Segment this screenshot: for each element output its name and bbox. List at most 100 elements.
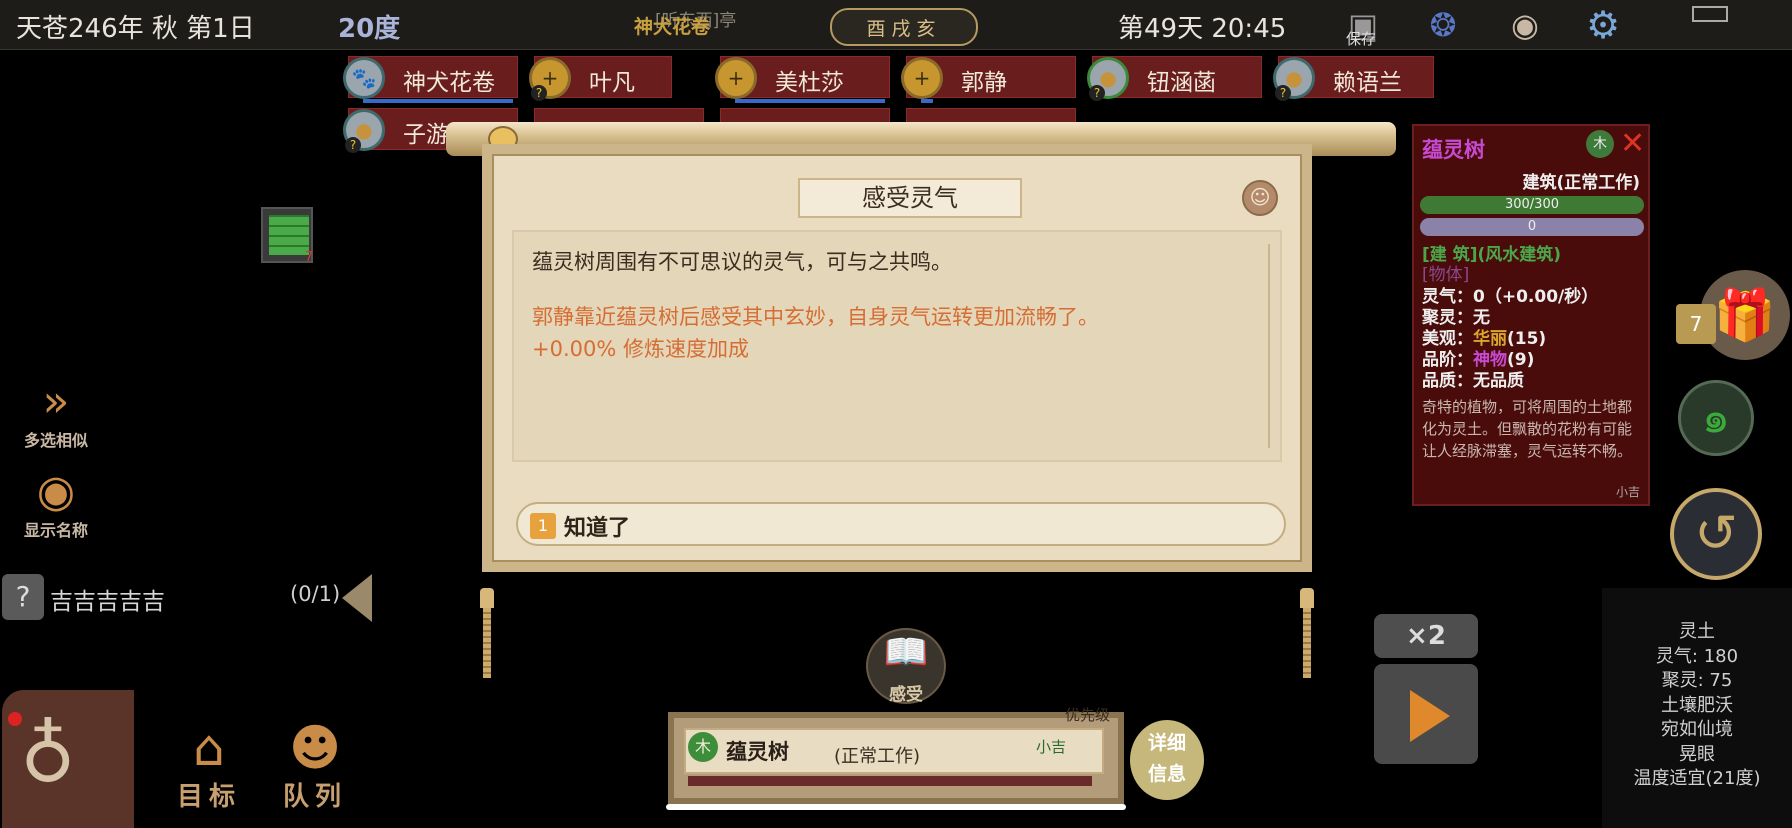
- palette-icon[interactable]: ◉: [1502, 4, 1548, 46]
- speed-toggle[interactable]: ×2: [1374, 614, 1478, 658]
- temperature: 20度: [338, 14, 401, 44]
- character-tab[interactable]: + 郭静: [901, 56, 1076, 103]
- time-of-day-plate: 酉戌亥: [830, 8, 978, 46]
- play-icon: [1410, 690, 1450, 742]
- character-name: 郭静: [961, 70, 1007, 96]
- day-time: 第49天 20:45: [1118, 14, 1287, 44]
- time-of-day-text: 酉戌亥: [866, 17, 942, 40]
- sense-label: 感受: [889, 685, 923, 705]
- dialog-title: 感受灵气: [798, 178, 1022, 218]
- item-count: 7: [304, 250, 313, 265]
- gourd-icon: ♁: [20, 710, 76, 799]
- detail-info-button[interactable]: 详细 信息: [1130, 720, 1204, 800]
- tile-line: 灵气: 180: [1655, 645, 1739, 667]
- sense-button[interactable]: 📖 感受: [866, 628, 946, 705]
- quest-tracker[interactable]: ? 吉吉吉吉吉 (0/1): [2, 574, 372, 622]
- character-tab[interactable]: + 美杜莎: [715, 56, 890, 103]
- character-tab[interactable]: 🐾 神犬花卷: [343, 56, 518, 103]
- tassel-right: [1300, 560, 1314, 680]
- character-hp-bar: [921, 99, 933, 103]
- priority-label[interactable]: 优先级: [1065, 704, 1110, 725]
- building-name: 蕴灵树: [726, 740, 789, 764]
- question-icon: ?: [531, 85, 547, 101]
- character-tab[interactable]: ● ? 钮涵菡: [1087, 56, 1262, 101]
- people-icon: ☻: [288, 719, 342, 777]
- jade-stack-icon: [269, 215, 309, 255]
- info-description: 奇特的植物，可将周围的土地都化为灵土。但飘散的花粉有可能让人经脉滞塞，灵气运转不…: [1422, 398, 1633, 460]
- close-icon[interactable]: ✕: [1620, 126, 1645, 161]
- option-number: 1: [530, 513, 556, 539]
- character-name: 赖语兰: [1333, 70, 1402, 96]
- tile-line: 灵土: [1679, 621, 1715, 642]
- event-dialog: 感受灵气 ☺ 蕴灵树周围有不可思议的灵气，可与之共鸣。 郭静靠近蕴灵树后感受其中…: [482, 144, 1312, 572]
- inventory-item-stack[interactable]: 7: [261, 207, 313, 265]
- hp-bar: 300/300: [1420, 196, 1644, 214]
- multi-select-button[interactable]: » 多选相似: [18, 376, 94, 451]
- character-name: 钮涵菡: [1147, 70, 1216, 96]
- location-name[interactable]: 神犬花卷: [634, 12, 710, 39]
- question-icon: ?: [1275, 85, 1291, 101]
- wood-element-icon: 木: [1586, 130, 1614, 158]
- dialog-option-ok[interactable]: 1 知道了: [516, 502, 1286, 546]
- detail-label-line1: 详细: [1147, 732, 1186, 754]
- dialog-effect: 郭静靠近蕴灵树后感受其中玄妙，自身灵气运转更加流畅了。: [532, 305, 1099, 329]
- person-icon[interactable]: ☺: [1242, 180, 1278, 216]
- gear-icon[interactable]: ⚙: [1580, 3, 1626, 47]
- character-name: 子游: [403, 122, 449, 148]
- character-tab[interactable]: + ? 叶凡: [529, 56, 672, 101]
- quest-count: (0/1): [290, 582, 341, 606]
- back-button[interactable]: ↺: [1670, 488, 1762, 580]
- swirl-icon[interactable]: ๑: [1678, 380, 1754, 456]
- wood-element-icon: 木: [688, 732, 718, 762]
- question-icon: ?: [1089, 85, 1105, 101]
- character-name: 神犬花卷: [403, 70, 495, 96]
- home-indicator: [666, 804, 1126, 810]
- dialog-intro: 蕴灵树周围有不可思议的灵气，可与之共鸣。: [532, 250, 952, 274]
- building-info-panel: 蕴灵树 木 ✕ 建筑(正常工作) 300/300 0 [建 筑](风水建筑) […: [1412, 124, 1650, 506]
- tile-line: 晃眼: [1679, 743, 1715, 765]
- chat-count-badge[interactable]: 7: [1676, 304, 1716, 344]
- book-icon: 📖: [883, 632, 929, 673]
- character-hp-bar: [735, 99, 885, 103]
- target-button[interactable]: ⌂ 目标: [164, 720, 254, 813]
- scroll-icon[interactable]: ❂: [1420, 4, 1466, 46]
- character-name: 美杜莎: [775, 70, 844, 96]
- mp-bar: 0: [1420, 218, 1644, 236]
- quest-title: 吉吉吉吉吉: [50, 589, 165, 615]
- building-status: (正常工作): [834, 746, 921, 767]
- tile-line: 宛如仙境: [1661, 719, 1733, 740]
- queue-label: 队列: [282, 782, 347, 812]
- stat-label: 品质：: [1422, 371, 1473, 391]
- gourd-menu-button[interactable]: ♁: [2, 690, 134, 828]
- battery-icon: [1692, 6, 1728, 22]
- building-bar[interactable]: 优先级 木 蕴灵树 (正常工作) 小吉: [668, 706, 1124, 804]
- arrows-icon: »: [42, 376, 70, 427]
- dialog-scrollbar[interactable]: [1268, 244, 1270, 448]
- save-label[interactable]: 保存: [1346, 28, 1376, 49]
- tile-line: 土壤肥沃: [1661, 694, 1733, 716]
- tile-info-panel: 灵土 灵气: 180 聚灵: 75 土壤肥沃 宛如仙境 晃眼 温度适宜(21度): [1602, 588, 1792, 828]
- option-label: 知道了: [564, 516, 631, 541]
- character-avatar: 🐾: [343, 57, 385, 99]
- stat-pinzhi: 品质：无品质: [1422, 366, 1524, 391]
- character-tab[interactable]: ● ? 赖语兰: [1273, 56, 1434, 101]
- luck-label: 小吉: [1036, 738, 1067, 756]
- tassel-left: [480, 560, 494, 680]
- top-bar: 天苍246年 秋 第1日 20度 [听东西]亭 神犬花卷 酉戌亥 第49天 20…: [0, 0, 1792, 50]
- info-luck: 小吉: [1615, 485, 1640, 499]
- character-avatar: +: [901, 57, 943, 99]
- info-name: 蕴灵树: [1422, 138, 1485, 162]
- multi-select-label: 多选相似: [23, 431, 88, 450]
- target-label: 目标: [176, 782, 241, 812]
- eye-icon: ◉: [36, 466, 76, 517]
- tile-line: 聚灵: 75: [1661, 670, 1733, 691]
- collapse-arrow-icon[interactable]: [342, 574, 372, 622]
- tile-line: 温度适宜(21度): [1633, 768, 1761, 789]
- dialog-body: 蕴灵树周围有不可思议的灵气，可与之共鸣。 郭静靠近蕴灵树后感受其中玄妙，自身灵气…: [512, 230, 1282, 462]
- stat-value: 无品质: [1473, 371, 1524, 391]
- question-icon: ?: [2, 574, 44, 620]
- play-button[interactable]: [1374, 664, 1478, 764]
- show-names-button[interactable]: ◉ 显示名称: [18, 466, 94, 541]
- queue-button[interactable]: ☻ 队列: [270, 720, 360, 813]
- character-name: 叶凡: [589, 70, 635, 96]
